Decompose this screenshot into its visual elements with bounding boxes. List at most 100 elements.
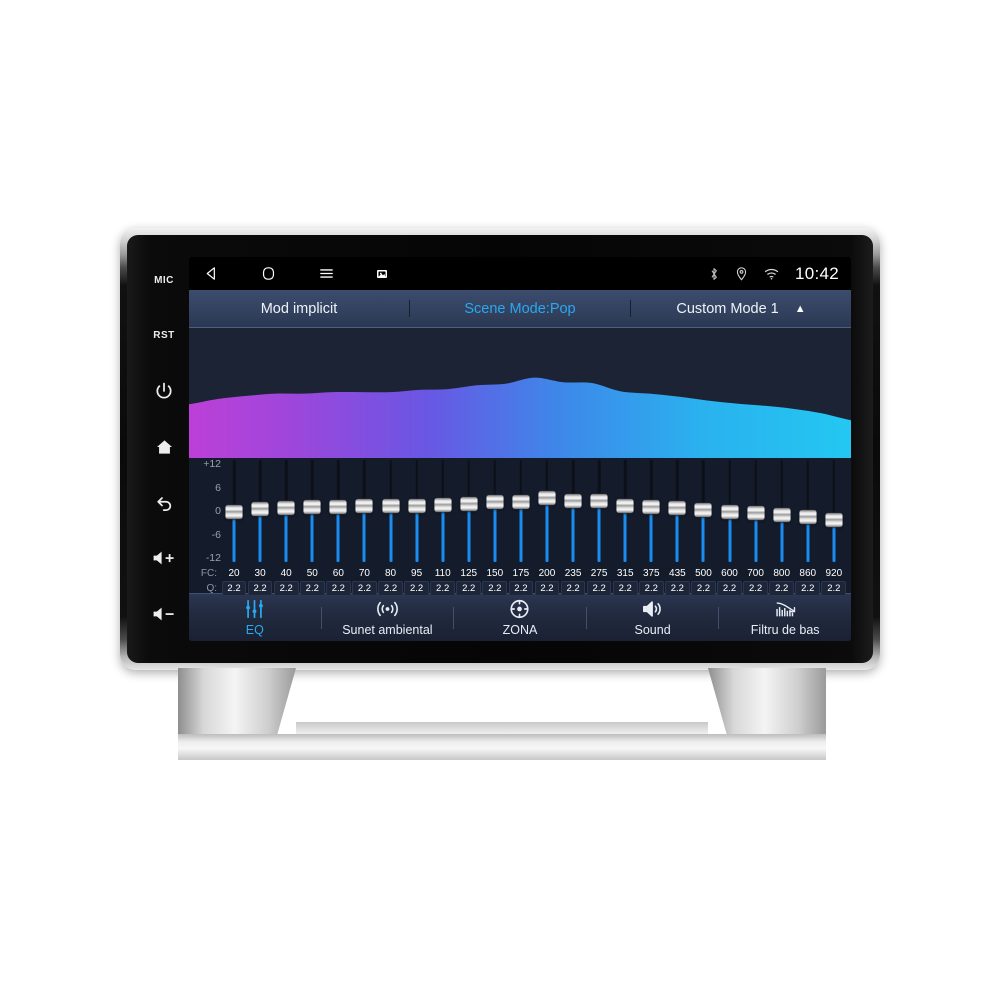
slider-knob[interactable] <box>512 494 530 509</box>
slider-knob[interactable] <box>616 498 634 513</box>
slider-knob[interactable] <box>460 497 478 512</box>
band-slider[interactable] <box>560 458 586 564</box>
band-slider[interactable] <box>690 458 716 564</box>
fc-value: 150 <box>486 568 504 579</box>
nav-screenshot-button[interactable] <box>376 268 388 280</box>
mode-selector-bar: Mod implicit Scene Mode:Pop Custom Mode … <box>189 290 851 328</box>
band-slider[interactable] <box>482 458 508 564</box>
band-slider[interactable] <box>430 458 456 564</box>
slider-track-filled <box>336 513 340 562</box>
slider-track-filled <box>571 507 575 562</box>
band-slider[interactable] <box>299 458 325 564</box>
band-slider[interactable] <box>273 458 299 564</box>
band-slider[interactable] <box>456 458 482 564</box>
fc-value: 315 <box>616 568 634 579</box>
fc-value: 600 <box>721 568 738 579</box>
back-hardware-button[interactable] <box>147 490 181 516</box>
fc-value: 235 <box>564 568 582 579</box>
custom-mode-button[interactable]: Custom Mode 1 ▲ <box>631 301 851 317</box>
nav-menu-button[interactable] <box>317 265 336 282</box>
tab-label: Filtru de bas <box>750 623 820 637</box>
tab-eq[interactable]: EQ <box>189 594 321 641</box>
slider-knob[interactable] <box>773 507 791 522</box>
band-slider[interactable] <box>534 458 560 564</box>
slider-knob[interactable] <box>355 498 373 513</box>
slider-knob[interactable] <box>277 500 295 515</box>
slider-knob[interactable] <box>382 498 399 513</box>
navigation-buttons <box>203 265 388 282</box>
slider-track-upper <box>363 460 366 501</box>
slider-knob[interactable] <box>251 502 269 517</box>
slider-track-upper <box>258 460 262 505</box>
nav-home-button[interactable] <box>260 265 277 282</box>
band-slider[interactable] <box>404 458 430 564</box>
band-slider[interactable] <box>586 458 612 564</box>
slider-track-filled <box>623 512 627 562</box>
slider-knob[interactable] <box>668 501 686 516</box>
band-slider[interactable] <box>638 458 664 564</box>
fc-value: 800 <box>773 568 791 579</box>
band-slider[interactable] <box>247 458 273 564</box>
power-button[interactable] <box>147 378 181 404</box>
slider-track-upper <box>806 460 809 512</box>
car-head-unit-device: MIC RST 10:42 Mod implicit Scene Mode:Po… <box>120 228 880 670</box>
slider-knob[interactable] <box>564 493 582 508</box>
slider-knob[interactable] <box>694 503 712 518</box>
fc-value: 70 <box>358 568 370 579</box>
slider-knob[interactable] <box>799 509 817 524</box>
band-slider[interactable] <box>325 458 351 564</box>
band-readout: FC: 20 30 40 50 60 70 80 95 110 125 150 175 200 235 27… <box>189 566 847 596</box>
slider-knob[interactable] <box>434 497 452 512</box>
slider-knob[interactable] <box>408 498 426 513</box>
slider-knob[interactable] <box>303 499 321 514</box>
slider-track-upper <box>597 460 601 497</box>
default-mode-button[interactable]: Mod implicit <box>189 301 409 317</box>
band-slider[interactable] <box>795 458 821 564</box>
slider-knob[interactable] <box>721 504 739 519</box>
slider-knob[interactable] <box>486 495 504 510</box>
fc-value: 275 <box>590 568 608 579</box>
slider-track-filled <box>701 517 705 562</box>
home-hardware-button[interactable] <box>147 434 181 460</box>
band-slider[interactable] <box>508 458 534 564</box>
slider-knob[interactable] <box>538 491 556 506</box>
tab-filtru-de-bas[interactable]: Filtru de bas <box>719 594 851 641</box>
slider-track-filled <box>258 516 262 562</box>
volume-down-button[interactable] <box>147 601 181 627</box>
scene-mode-button[interactable]: Scene Mode:Pop <box>410 301 630 317</box>
slider-knob[interactable] <box>642 499 660 514</box>
nav-back-button[interactable] <box>203 265 220 282</box>
band-slider[interactable] <box>351 458 377 564</box>
band-slider[interactable] <box>769 458 795 564</box>
speaker-icon <box>642 601 661 617</box>
slider-knob[interactable] <box>825 513 843 528</box>
band-slider[interactable] <box>377 458 403 564</box>
caret-up-icon[interactable]: ▲ <box>795 303 806 315</box>
band-slider[interactable] <box>612 458 638 564</box>
tab-sound[interactable]: Sound <box>587 594 719 641</box>
tab-zona[interactable]: ZONA <box>454 594 586 641</box>
tab-sunet-ambiental[interactable]: Sunet ambiental <box>322 594 454 641</box>
location-icon <box>735 266 748 282</box>
band-slider[interactable] <box>664 458 690 564</box>
mic-button[interactable]: MIC <box>147 267 181 293</box>
band-slider[interactable] <box>221 458 247 564</box>
band-slider[interactable] <box>716 458 742 564</box>
band-slider[interactable] <box>743 458 769 564</box>
slider-knob[interactable] <box>747 505 765 520</box>
fc-value: 60 <box>332 568 344 579</box>
slider-knob[interactable] <box>590 494 608 509</box>
reset-button[interactable]: RST <box>147 323 181 349</box>
slider-track-filled <box>832 527 836 562</box>
eq-curve-svg <box>189 377 851 458</box>
slider-knob[interactable] <box>225 505 243 520</box>
band-slider[interactable] <box>821 458 847 564</box>
clock: 10:42 <box>794 263 839 283</box>
volume-up-button[interactable] <box>147 545 181 571</box>
slider-track-filled <box>754 519 758 562</box>
slider-track-filled <box>545 505 549 562</box>
fc-value: 860 <box>799 568 817 579</box>
slider-knob[interactable] <box>329 499 347 514</box>
slider-track-filled <box>649 513 653 562</box>
slider-track-upper <box>754 460 757 508</box>
